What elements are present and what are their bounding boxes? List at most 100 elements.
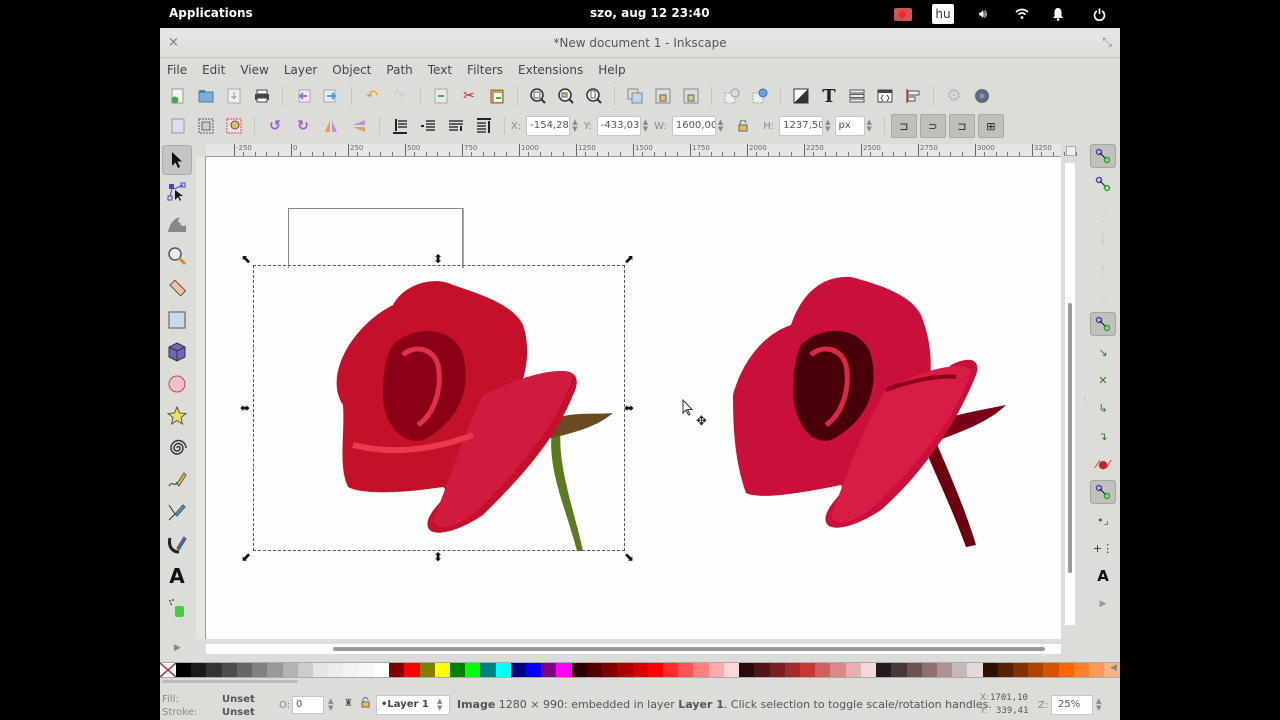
scale-handle-top-right[interactable]: ⬈ [624, 253, 634, 265]
drawing-canvas[interactable]: ⬉ ⬍ ⬈ ⬌ ⬌ ⬋ ⬍ ⬊ ✥ [206, 157, 1061, 639]
flip-horizontal-icon[interactable] [320, 115, 342, 137]
volume-icon[interactable]: 🔊︎ [972, 4, 994, 24]
zoom-spinner[interactable]: ▲ ▼ [1096, 698, 1101, 712]
stroke-value[interactable]: Unset [222, 707, 255, 718]
clone-icon[interactable] [652, 85, 674, 107]
snap-nodes-toggle[interactable] [1090, 312, 1116, 336]
select-all-in-all-layers-icon[interactable] [195, 115, 217, 137]
move-patterns-toggle[interactable]: ⊞ [977, 114, 1004, 138]
menu-edit[interactable]: Edit [202, 63, 225, 77]
menu-filters[interactable]: Filters [467, 63, 503, 77]
scale-handle-bottom[interactable]: ⬍ [433, 551, 443, 563]
palette-scrollbar[interactable] [162, 680, 298, 683]
move-gradients-toggle[interactable]: ⊐ [948, 114, 975, 138]
h-spinner[interactable]: ▲ ▼ [825, 119, 830, 133]
palette-swatch[interactable] [754, 663, 770, 677]
text-tool[interactable]: A [162, 561, 192, 591]
palette-swatch[interactable] [404, 663, 420, 677]
snap-object-centers-toggle[interactable]: •⌟ [1090, 508, 1116, 532]
deselect-icon[interactable] [223, 115, 245, 137]
scale-rounded-corners-toggle[interactable]: ⊃ [919, 114, 946, 138]
palette-swatch[interactable] [830, 663, 846, 677]
scale-handle-left[interactable]: ⬌ [240, 402, 250, 414]
zoom-correction-button[interactable] [1066, 146, 1076, 156]
zoom-page-icon[interactable] [583, 85, 605, 107]
toolbox-expand-arrow[interactable]: ▶ [174, 643, 181, 653]
zoom-selection-icon[interactable] [527, 85, 549, 107]
unlink-clone-icon[interactable] [680, 85, 702, 107]
w-spinner[interactable]: ▲ ▼ [718, 119, 723, 133]
palette-swatch[interactable] [1089, 663, 1105, 677]
pen-bezier-tool[interactable] [162, 497, 192, 527]
duplicate-icon[interactable] [624, 85, 646, 107]
lower-to-bottom-icon[interactable] [389, 115, 411, 137]
snap-bbox-centers-toggle[interactable]: ·⌟ [1090, 284, 1116, 308]
snap-cusp-nodes-toggle[interactable]: ↳ [1090, 396, 1116, 420]
raise-icon[interactable] [445, 115, 467, 137]
palette-swatch[interactable] [663, 663, 679, 677]
spray-tool[interactable] [162, 593, 192, 623]
snap-bbox-corners-toggle[interactable]: ┼ [1090, 228, 1116, 252]
palette-swatch[interactable] [358, 663, 374, 677]
export-icon[interactable] [320, 85, 342, 107]
save-icon[interactable] [223, 85, 245, 107]
palette-swatch[interactable] [693, 663, 709, 677]
palette-swatch[interactable] [1073, 663, 1090, 677]
palette-swatch[interactable] [343, 663, 359, 677]
notifications-bell-icon[interactable] [1047, 4, 1069, 24]
palette-swatch[interactable] [176, 663, 192, 677]
palette-swatch[interactable] [449, 663, 466, 677]
traced-rose-vector[interactable] [721, 265, 1011, 550]
palette-swatch[interactable] [465, 663, 481, 677]
palette-swatch[interactable] [526, 663, 542, 677]
xml-editor-icon[interactable] [874, 85, 896, 107]
palette-swatch[interactable] [876, 663, 892, 677]
snap-others-toggle[interactable] [1090, 480, 1116, 504]
scale-stroke-toggle[interactable]: ⊐ [890, 114, 917, 138]
3d-box-tool[interactable] [162, 337, 192, 367]
menu-layer[interactable]: Layer [284, 63, 317, 77]
document-properties-icon[interactable] [971, 85, 993, 107]
layer-select-spinner[interactable]: ▲ ▼ [437, 698, 442, 712]
scale-handle-bottom-right[interactable]: ⬊ [624, 551, 634, 563]
menu-object[interactable]: Object [332, 63, 371, 77]
palette-swatch[interactable] [252, 663, 268, 677]
palette-swatch[interactable] [982, 663, 998, 677]
palette-swatch[interactable] [678, 663, 694, 677]
spiral-tool[interactable] [162, 433, 192, 463]
no-paint-swatch[interactable] [160, 663, 176, 677]
selector-tool[interactable] [162, 145, 192, 175]
rotate-ccw-icon[interactable]: ↺ [264, 115, 286, 137]
palette-swatch[interactable] [936, 663, 953, 677]
keyboard-layout-indicator[interactable]: hu [932, 4, 954, 24]
snap-enable-toggle[interactable] [1090, 144, 1116, 168]
palette-swatch[interactable] [267, 663, 283, 677]
unmaximize-button[interactable]: ⤡ [1102, 35, 1112, 50]
palette-swatch[interactable] [1043, 663, 1059, 677]
x-input[interactable]: -154,286 [526, 116, 571, 136]
palette-swatch[interactable] [967, 663, 983, 677]
palette-swatch[interactable] [921, 663, 937, 677]
toggle-layer-lock-icon[interactable] [361, 697, 370, 711]
palette-swatch[interactable] [602, 663, 618, 677]
snap-smooth-nodes-toggle[interactable]: ↴ [1090, 424, 1116, 448]
unit-spinner[interactable]: ▲ ▼ [867, 119, 872, 133]
palette-swatch[interactable] [434, 663, 450, 677]
palette-swatch[interactable] [419, 663, 435, 677]
lock-proportions-icon[interactable] [732, 115, 754, 137]
palette-swatch[interactable] [389, 663, 405, 677]
horizontal-scrollbar-thumb[interactable] [333, 647, 1045, 651]
layers-icon[interactable] [846, 85, 868, 107]
y-input[interactable]: -433,036 [596, 116, 641, 136]
rotate-cw-icon[interactable]: ↻ [292, 115, 314, 137]
palette-swatch[interactable] [373, 663, 390, 677]
zoom-drawing-icon[interactable] [555, 85, 577, 107]
palette-swatch[interactable] [815, 663, 831, 677]
window-titlebar[interactable]: × *New document 1 - Inkscape ⤡ [160, 28, 1120, 58]
flip-vertical-icon[interactable] [348, 115, 370, 137]
applications-menu[interactable]: Applications [169, 6, 253, 20]
menu-text[interactable]: Text [428, 63, 452, 77]
palette-swatch[interactable] [206, 663, 222, 677]
snap-rotation-centers-toggle[interactable]: +⋮ [1090, 536, 1116, 560]
unit-select[interactable]: px ▲ ▼ [834, 116, 872, 136]
